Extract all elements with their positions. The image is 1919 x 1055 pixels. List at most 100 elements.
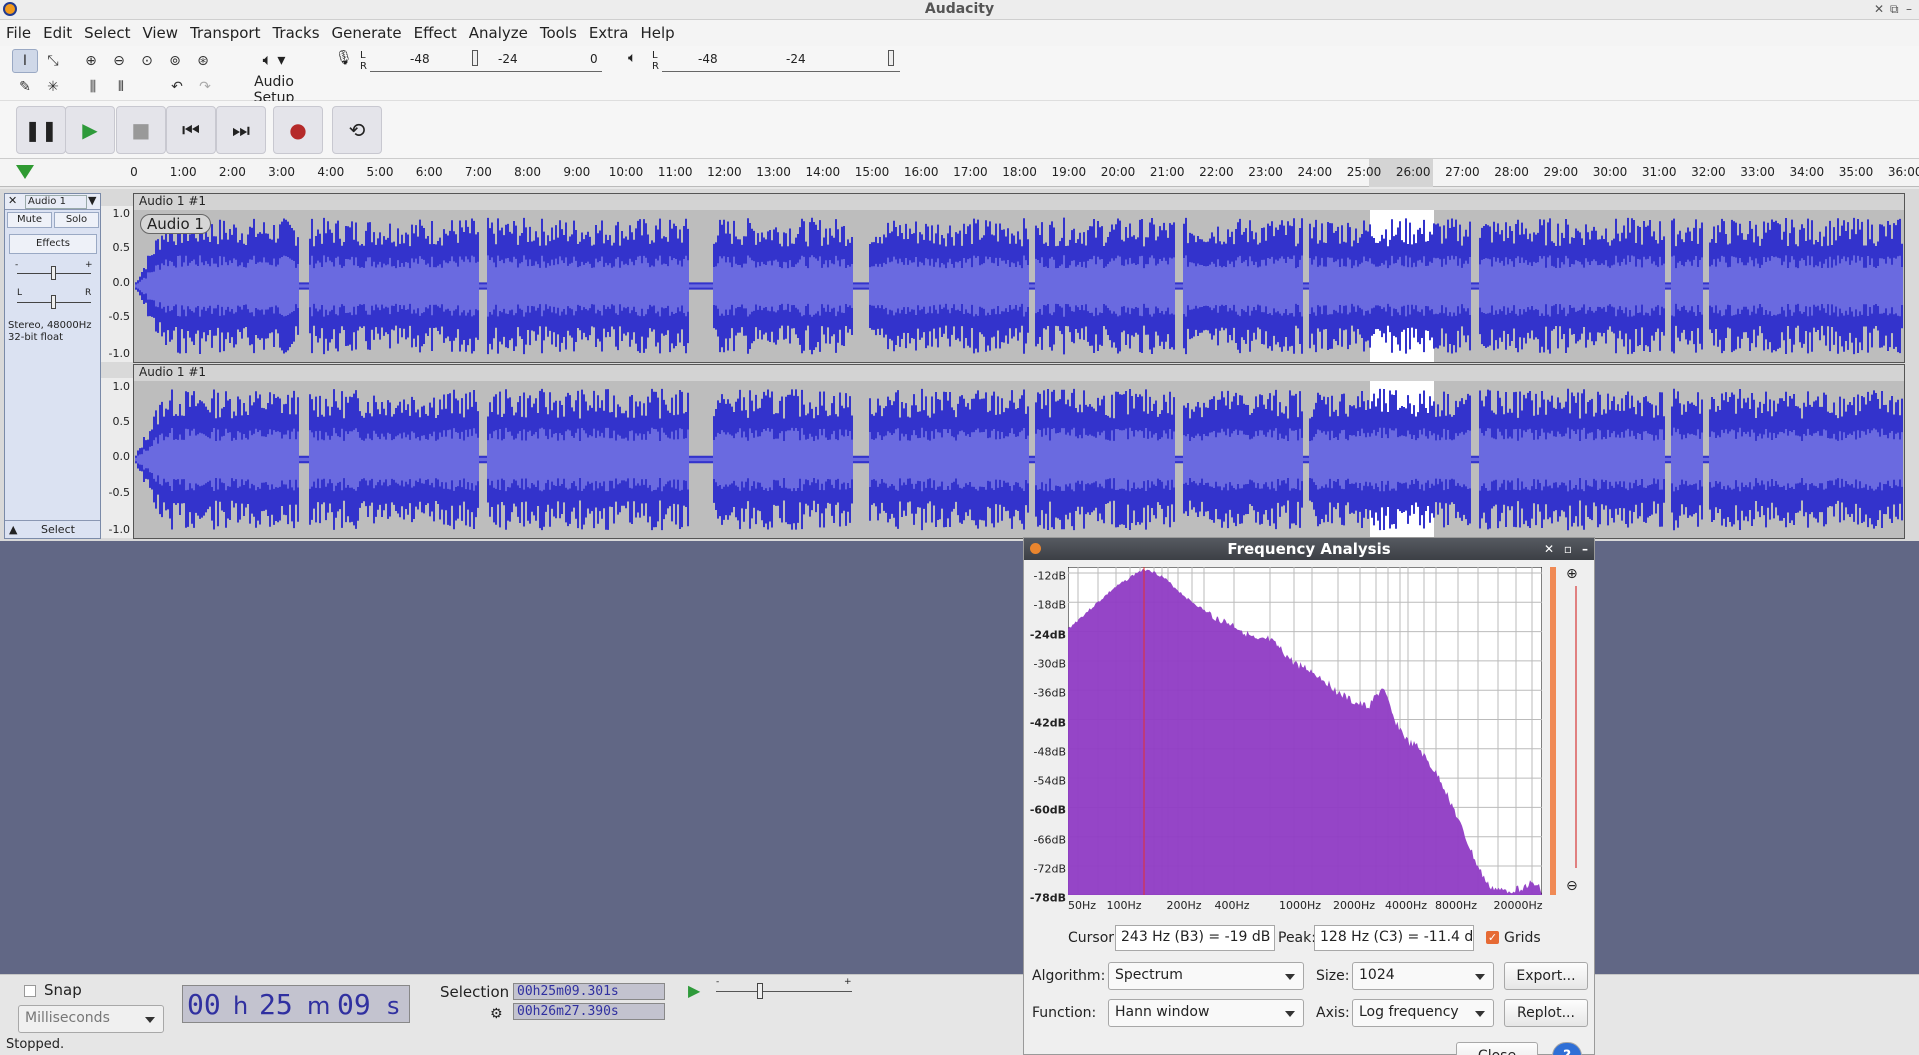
- fit-project-icon[interactable]: ⊚: [162, 49, 188, 73]
- record-meter[interactable]: -48 -24 0: [370, 50, 602, 72]
- vertical-zoom-bar[interactable]: [1550, 567, 1556, 895]
- multi-tool-icon[interactable]: ✳: [40, 75, 66, 99]
- microphone-icon[interactable]: 🎙︎: [335, 50, 353, 70]
- menu-effect[interactable]: Effect: [408, 20, 463, 46]
- record-level-thumb[interactable]: [472, 50, 478, 66]
- draw-tool-icon[interactable]: ✎: [12, 75, 38, 99]
- pause-button[interactable]: ❚❚: [16, 106, 66, 154]
- playback-level-thumb[interactable]: [888, 50, 894, 66]
- playback-speed-thumb[interactable]: [757, 983, 763, 999]
- close-button[interactable]: Close: [1456, 1042, 1538, 1055]
- menu-file[interactable]: File: [0, 20, 37, 46]
- minimize-window-icon[interactable]: –: [1906, 2, 1912, 16]
- menu-view[interactable]: View: [136, 20, 184, 46]
- waveform-channel-right[interactable]: Audio 1 #1: [133, 364, 1905, 539]
- peak-field[interactable]: 128 Hz (C3) = -11.4 dB: [1314, 925, 1474, 951]
- ruler-tick-label: 27:00: [1445, 165, 1480, 179]
- zoom-slider[interactable]: [1575, 586, 1577, 868]
- track-name-menu[interactable]: Audio 1: [25, 195, 87, 209]
- playback-meter[interactable]: -48 -24: [662, 50, 900, 72]
- skip-start-button[interactable]: ⏮: [166, 106, 216, 154]
- waveform-left: [135, 210, 1903, 362]
- silence-audio-icon[interactable]: ⫴: [108, 75, 134, 99]
- menu-analyze[interactable]: Analyze: [463, 20, 534, 46]
- effects-button[interactable]: Effects: [9, 234, 97, 254]
- track-menu-chevron-down-icon[interactable]: ▼: [88, 194, 96, 207]
- ruler-tick-label: 20:00: [1100, 165, 1136, 179]
- play-button[interactable]: ▶: [65, 106, 115, 154]
- clip-label[interactable]: Audio 1: [140, 214, 211, 234]
- cursor-field[interactable]: 243 Hz (B3) = -19 dB: [1115, 925, 1275, 951]
- pause-icon: ❚❚: [24, 118, 58, 142]
- waveform-right: [135, 381, 1903, 538]
- gain-slider-thumb[interactable]: [51, 266, 56, 280]
- clip-name-top[interactable]: Audio 1 #1: [134, 194, 1904, 210]
- zoom-toggle-icon[interactable]: ⊛: [190, 49, 216, 73]
- skip-end-icon: ⏭: [232, 118, 250, 142]
- zoom-out-icon[interactable]: ⊖: [1566, 878, 1578, 894]
- select-track-button[interactable]: Select: [41, 523, 75, 536]
- selection-end-field[interactable]: 00h26m27.390s: [513, 1003, 665, 1020]
- stop-button[interactable]: ■: [116, 106, 166, 154]
- skip-end-button[interactable]: ⏭: [216, 106, 266, 154]
- track-close-icon[interactable]: ✕: [8, 194, 17, 207]
- dialog-close-icon[interactable]: ✕: [1544, 538, 1554, 560]
- close-window-icon[interactable]: ✕: [1874, 2, 1884, 16]
- selection-start-field[interactable]: 00h25m09.301s: [513, 983, 665, 1000]
- loop-button[interactable]: ⟲: [332, 106, 382, 154]
- play-at-speed-icon[interactable]: ▶: [688, 981, 700, 1000]
- playback-speed-slider[interactable]: [716, 991, 852, 992]
- redo-icon[interactable]: ↷: [192, 75, 218, 99]
- waveform-channel-left[interactable]: Audio 1 #1 Audio 1: [133, 193, 1905, 363]
- menu-tracks[interactable]: Tracks: [266, 20, 325, 46]
- envelope-tool-icon[interactable]: ⤡: [40, 49, 66, 73]
- algorithm-select[interactable]: Spectrum: [1108, 962, 1304, 990]
- ruler-tick-label: 16:00: [903, 165, 939, 179]
- pan-slider-thumb[interactable]: [51, 295, 56, 309]
- menu-tools[interactable]: Tools: [534, 20, 583, 46]
- menu-extra[interactable]: Extra: [583, 20, 635, 46]
- restore-window-icon[interactable]: ⧉: [1890, 2, 1899, 17]
- spectrum-plot[interactable]: [1068, 567, 1542, 895]
- mute-button[interactable]: Mute: [7, 212, 52, 228]
- timeline-ruler[interactable]: 0 1:00 2:00 3:00 4:00 5:00 6:00 7:00 8:00 9:00 10:…: [0, 159, 1919, 187]
- trim-audio-icon[interactable]: ⫼: [80, 75, 106, 99]
- menu-generate[interactable]: Generate: [326, 20, 408, 46]
- menu-transport[interactable]: Transport: [184, 20, 266, 46]
- undo-icon[interactable]: ↶: [164, 75, 190, 99]
- y-tick-label: -18dB: [1033, 598, 1067, 612]
- collapse-track-icon[interactable]: ▲: [9, 523, 17, 536]
- selection-settings-icon[interactable]: ⚙: [490, 1006, 503, 1022]
- selection-tool-icon[interactable]: I: [12, 49, 38, 73]
- clip-name-bottom[interactable]: Audio 1 #1: [134, 365, 1904, 381]
- menu-edit[interactable]: Edit: [37, 20, 78, 46]
- zoom-out-icon[interactable]: ⊖: [106, 49, 132, 73]
- export-button[interactable]: Export...: [1504, 962, 1588, 990]
- grids-checkbox[interactable]: ✓: [1486, 931, 1499, 944]
- x-tick-label: 1000Hz: [1278, 899, 1322, 912]
- snap-unit-select[interactable]: Milliseconds: [18, 1005, 164, 1033]
- size-select[interactable]: 1024: [1352, 962, 1494, 990]
- menu-select[interactable]: Select: [78, 20, 136, 46]
- zoom-in-icon[interactable]: ⊕: [78, 49, 104, 73]
- solo-button[interactable]: Solo: [54, 212, 99, 228]
- play-head-icon[interactable]: [16, 165, 34, 179]
- fit-selection-icon[interactable]: ⊙: [134, 49, 160, 73]
- ruler-tick-label: 32:00: [1691, 165, 1726, 179]
- ruler-tick-label: 9:00: [563, 165, 591, 179]
- help-button[interactable]: ?: [1552, 1042, 1582, 1055]
- dialog-minimize-icon[interactable]: –: [1582, 538, 1588, 560]
- ruler-tick-label: 13:00: [756, 165, 791, 179]
- dialog-maximize-icon[interactable]: ▫: [1564, 538, 1572, 560]
- replot-button[interactable]: Replot...: [1504, 999, 1588, 1027]
- zoom-in-icon[interactable]: ⊕: [1566, 566, 1578, 582]
- time-display[interactable]: 00 h 25 m 09 s: [182, 985, 410, 1023]
- record-button[interactable]: ●: [273, 106, 323, 154]
- axis-select[interactable]: Log frequency: [1352, 999, 1494, 1027]
- menu-help[interactable]: Help: [634, 20, 680, 46]
- playback-speaker-icon[interactable]: 🔈︎: [628, 50, 636, 66]
- snap-checkbox[interactable]: [24, 985, 36, 997]
- function-select[interactable]: Hann window: [1108, 999, 1304, 1027]
- audio-setup-button[interactable]: 🔈︎ ▾ Audio Setup: [232, 50, 316, 106]
- empty-track-area[interactable]: [0, 541, 1919, 974]
